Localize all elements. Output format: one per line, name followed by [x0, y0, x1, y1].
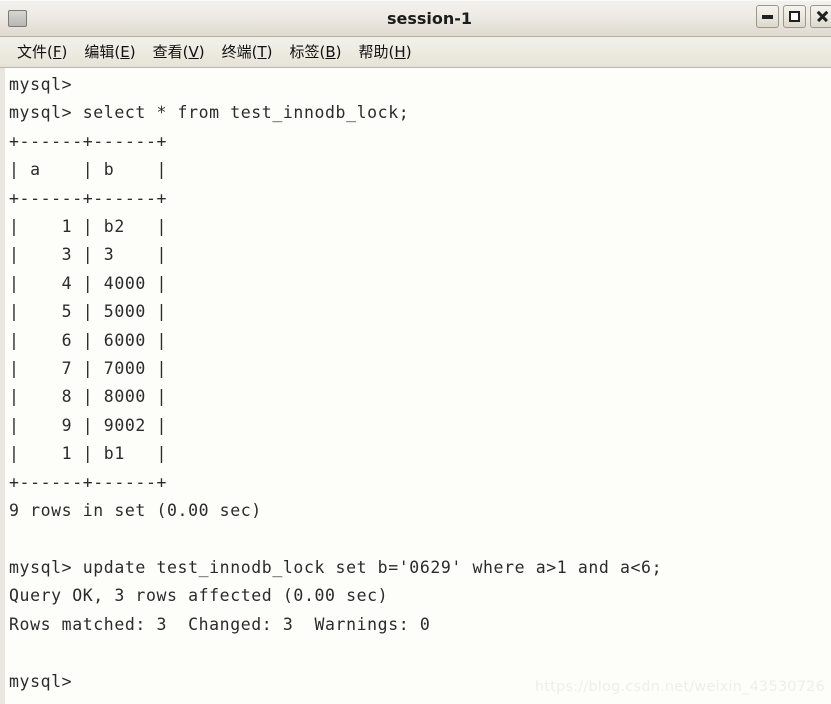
menu-item-view[interactable]: 查看(V): [145, 43, 214, 62]
menu-item-file-label: 文件: [17, 42, 48, 61]
terminal-monitor-icon: [7, 10, 27, 27]
menu-item-terminal-label: 终端: [221, 42, 252, 61]
terminal-window: session-1 文件(F) 编辑(E) 查看(V) 终端(T) 标签(B) …: [0, 0, 831, 704]
menu-item-edit-accel: E: [120, 42, 130, 61]
minimize-button[interactable]: [756, 5, 779, 28]
watermark: https://blog.csdn.net/weixin_43530726: [534, 679, 825, 695]
menu-item-view-accel: V: [188, 42, 199, 61]
title-bar[interactable]: session-1: [0, 0, 831, 37]
close-button[interactable]: [810, 5, 831, 28]
menu-item-help-accel: H: [394, 42, 406, 61]
window-controls: [756, 5, 831, 28]
menu-item-tabs-label: 标签: [289, 42, 320, 61]
maximize-icon: [789, 11, 800, 22]
terminal-output: mysql> mysql> select * from test_innodb_…: [9, 75, 663, 691]
menu-item-edit-label: 编辑: [84, 42, 115, 61]
window-icon-area: [0, 10, 34, 27]
menu-item-terminal-accel: T: [257, 42, 267, 61]
terminal-screen[interactable]: mysql> mysql> select * from test_innodb_…: [0, 68, 831, 704]
close-icon: [816, 11, 827, 22]
menu-bar: 文件(F) 编辑(E) 查看(V) 终端(T) 标签(B) 帮助(H): [0, 37, 831, 68]
minimize-icon: [762, 14, 773, 19]
menu-item-tabs[interactable]: 标签(B): [282, 43, 351, 62]
menu-item-file-accel: F: [52, 42, 62, 61]
menu-item-edit[interactable]: 编辑(E): [76, 43, 144, 62]
maximize-button[interactable]: [783, 5, 806, 28]
menu-item-tabs-accel: B: [325, 42, 336, 61]
menu-item-terminal[interactable]: 终端(T): [214, 43, 282, 62]
menu-item-view-label: 查看: [152, 42, 183, 61]
menu-item-help-label: 帮助: [358, 42, 389, 61]
window-title: session-1: [386, 9, 473, 28]
menu-item-help[interactable]: 帮助(H): [351, 43, 421, 62]
menu-item-file[interactable]: 文件(F): [9, 43, 76, 62]
